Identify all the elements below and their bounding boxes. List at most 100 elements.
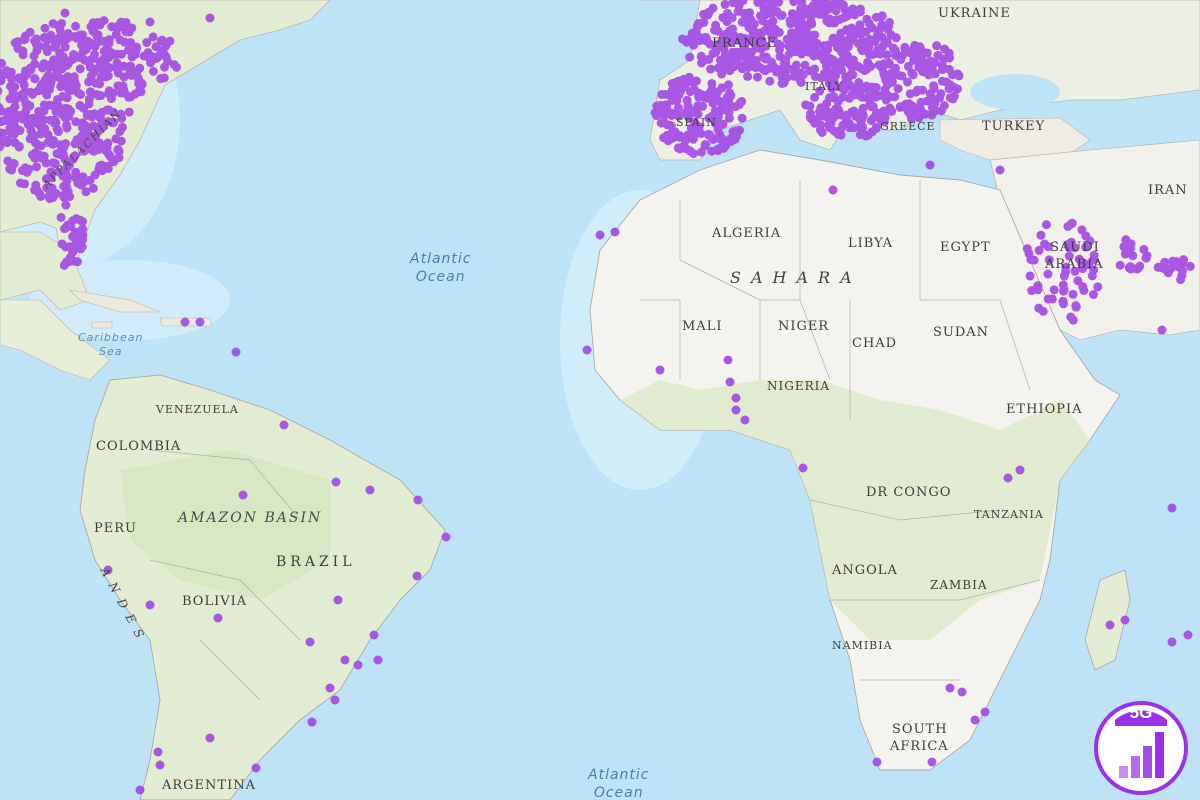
label-tanzania: TANZANIA bbox=[974, 508, 1044, 521]
coverage-dot bbox=[155, 760, 165, 770]
coverage-dot bbox=[30, 36, 40, 46]
coverage-dot bbox=[365, 485, 375, 495]
coverage-dot bbox=[884, 59, 894, 69]
coverage-dot bbox=[713, 63, 723, 73]
coverage-dot bbox=[373, 655, 383, 665]
coverage-dot bbox=[865, 34, 875, 44]
coverage-dot bbox=[23, 116, 33, 126]
coverage-dot bbox=[109, 157, 119, 167]
coverage-dot bbox=[776, 11, 786, 21]
coverage-dot bbox=[797, 49, 807, 59]
coverage-dot bbox=[1043, 294, 1053, 304]
label-brazil: BRAZIL bbox=[276, 554, 356, 570]
coverage-dot bbox=[10, 138, 20, 148]
coverage-dot bbox=[213, 613, 223, 623]
label-argentina: ARGENTINA bbox=[162, 778, 256, 793]
coverage-dot bbox=[160, 62, 170, 72]
coverage-dot bbox=[944, 84, 954, 94]
coverage-dot bbox=[916, 104, 926, 114]
coverage-dot bbox=[872, 757, 882, 767]
coverage-dot bbox=[706, 64, 716, 74]
coverage-dot bbox=[733, 52, 743, 62]
coverage-dot bbox=[369, 630, 379, 640]
coverage-dot bbox=[887, 72, 897, 82]
coverage-dot bbox=[923, 59, 933, 69]
coverage-dot bbox=[75, 101, 85, 111]
coverage-dot bbox=[307, 717, 317, 727]
coverage-dot bbox=[0, 87, 3, 96]
coverage-dot bbox=[102, 143, 112, 153]
coverage-dot bbox=[910, 40, 920, 50]
coverage-dot bbox=[58, 91, 68, 101]
coverage-dot bbox=[707, 84, 717, 94]
coverage-dot bbox=[855, 20, 865, 30]
coverage-dot bbox=[880, 38, 890, 48]
coverage-dot bbox=[412, 571, 422, 581]
coverage-dot bbox=[970, 715, 980, 725]
coverage-dot bbox=[681, 144, 691, 154]
coverage-dot bbox=[886, 30, 896, 40]
coverage-dot bbox=[796, 4, 806, 14]
coverage-dot bbox=[930, 69, 940, 79]
coverage-dot bbox=[1078, 282, 1088, 292]
coverage-dot bbox=[279, 420, 289, 430]
coverage-dot bbox=[785, 16, 795, 26]
coverage-dot bbox=[668, 95, 678, 105]
coverage-dot bbox=[844, 38, 854, 48]
label-saudi: SAUDI bbox=[1050, 240, 1100, 255]
coverage-dot bbox=[32, 162, 42, 172]
coverage-dot bbox=[98, 64, 108, 74]
coverage-dot bbox=[71, 80, 81, 90]
coverage-dot bbox=[764, 64, 774, 74]
coverage-dot bbox=[124, 107, 134, 117]
coverage-dot bbox=[863, 92, 873, 102]
coverage-dot bbox=[793, 25, 803, 35]
coverage-dot bbox=[36, 82, 46, 92]
coverage-dot bbox=[724, 113, 734, 123]
coverage-dot bbox=[723, 355, 733, 365]
coverage-dot bbox=[765, 76, 775, 86]
coverage-dot bbox=[682, 106, 692, 116]
coverage-dot bbox=[719, 143, 729, 153]
label-spain: SPAIN bbox=[676, 116, 717, 129]
coverage-dot bbox=[835, 59, 845, 69]
coverage-dot bbox=[113, 144, 123, 154]
coverage-dot bbox=[59, 181, 69, 191]
coverage-dot bbox=[30, 138, 40, 148]
label-mali: MALI bbox=[682, 319, 723, 334]
coverage-dot bbox=[151, 42, 161, 52]
coverage-dot bbox=[143, 48, 153, 58]
label-france: FRANCE bbox=[712, 36, 778, 51]
coverage-dot bbox=[675, 132, 685, 142]
label-arabia: ARABIA bbox=[1045, 257, 1104, 272]
label-zambia: ZAMBIA bbox=[930, 578, 988, 592]
coverage-dot bbox=[752, 72, 762, 82]
coverage-dot bbox=[823, 40, 833, 50]
coverage-dot bbox=[1120, 615, 1130, 625]
coverage-dot bbox=[101, 72, 111, 82]
coverage-dot bbox=[893, 84, 903, 94]
coverage-dot bbox=[9, 159, 19, 169]
coverage-dot bbox=[26, 63, 36, 73]
coverage-dot bbox=[39, 151, 49, 161]
coverage-dot bbox=[78, 47, 88, 57]
coverage-map[interactable]: UKRAINE FRANCE ITALY SPAIN GREECE TURKEY… bbox=[0, 0, 1200, 800]
coverage-dot bbox=[441, 532, 451, 542]
coverage-dot bbox=[731, 405, 741, 415]
coverage-dot bbox=[51, 64, 61, 74]
coverage-dot bbox=[762, 19, 772, 29]
coverage-dot bbox=[1063, 221, 1073, 231]
coverage-dot bbox=[867, 23, 877, 33]
coverage-dot bbox=[96, 91, 106, 101]
label-colombia: COLOMBIA bbox=[96, 439, 182, 454]
coverage-dot bbox=[882, 90, 892, 100]
coverage-dot bbox=[827, 112, 837, 122]
label-bolivia: BOLIVIA bbox=[182, 594, 248, 609]
coverage-dot bbox=[1068, 315, 1078, 325]
coverage-dot bbox=[55, 55, 65, 65]
coverage-dot bbox=[116, 136, 126, 146]
coverage-dot bbox=[727, 13, 737, 23]
coverage-dot bbox=[858, 103, 868, 113]
coverage-dot bbox=[1185, 261, 1195, 271]
coverage-dot bbox=[750, 57, 760, 67]
